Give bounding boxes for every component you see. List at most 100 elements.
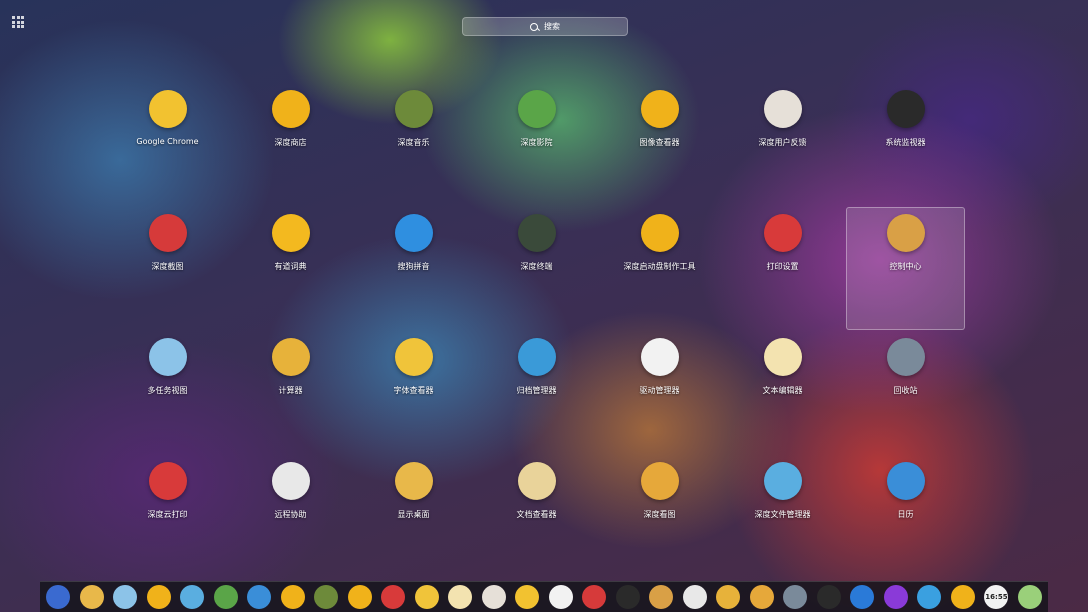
app-label: 有道词典 — [274, 262, 307, 271]
app-item[interactable]: 搜狗拼音 — [352, 208, 475, 332]
app-label: 回收站 — [893, 386, 918, 395]
app-item[interactable]: 图像查看器 — [598, 84, 721, 208]
clock-icon[interactable] — [950, 585, 975, 609]
app-item[interactable]: 深度启动盘制作工具 — [598, 208, 721, 332]
chrome-icon — [148, 90, 187, 128]
diving-mask-icon — [640, 90, 679, 128]
app-item[interactable]: 控制中心 — [846, 207, 965, 330]
search-input[interactable]: 搜索 — [462, 17, 628, 36]
diving-mask-icon[interactable] — [146, 585, 171, 609]
app-item[interactable]: 打印设置 — [721, 208, 844, 332]
paper-quill-icon[interactable] — [448, 585, 473, 609]
whale-calendar-icon — [886, 462, 925, 500]
compass-icon[interactable] — [716, 585, 741, 609]
app-item[interactable]: 有道词典 — [229, 208, 352, 332]
search-icon — [530, 22, 538, 31]
anchor-icon — [517, 338, 556, 376]
app-item[interactable]: 深度文件管理器 — [721, 456, 844, 580]
app-label: 控制中心 — [889, 262, 922, 271]
app-label: 深度看图 — [643, 510, 676, 519]
fan-icon[interactable] — [347, 585, 372, 609]
app-label: 归档管理器 — [516, 386, 557, 395]
porthole-icon[interactable] — [749, 585, 774, 609]
category-mode-icon[interactable] — [12, 16, 24, 28]
map-icon[interactable] — [113, 585, 138, 609]
app-item[interactable]: 系统监视器 — [844, 84, 967, 208]
app-item[interactable]: 驱动管理器 — [598, 332, 721, 456]
app-label: 打印设置 — [766, 262, 799, 271]
app-label: 系统监视器 — [885, 138, 926, 147]
ship-wheel-icon[interactable] — [649, 585, 674, 609]
captain-hat-icon[interactable] — [548, 585, 573, 609]
app-grid: Google Chrome 深度商店 深度音乐 深度影院 图像查看器 深度用户反馈 系统监视… — [106, 84, 967, 580]
system-monitor-icon[interactable] — [917, 585, 942, 609]
app-item[interactable]: Google Chrome — [106, 84, 229, 208]
app-label: 深度终端 — [520, 262, 553, 271]
captain-hat-icon — [640, 338, 679, 376]
shark-icon[interactable] — [783, 585, 808, 609]
app-item[interactable]: 文本编辑器 — [721, 332, 844, 456]
app-label: 图像查看器 — [639, 138, 680, 147]
skull-headphones-icon — [886, 90, 925, 128]
app-label: 深度音乐 — [397, 138, 430, 147]
app-item[interactable]: 深度商店 — [229, 84, 352, 208]
music-turtle-icon[interactable] — [314, 585, 339, 609]
octopus-sailor-icon — [148, 462, 187, 500]
trash-icon[interactable] — [1017, 585, 1042, 609]
crab-icon — [148, 214, 187, 252]
app-item[interactable]: 深度终端 — [475, 208, 598, 332]
store-star-icon[interactable] — [280, 585, 305, 609]
shark-icon — [886, 338, 925, 376]
app-item[interactable]: 字体查看器 — [352, 332, 475, 456]
app-label: 显示桌面 — [397, 510, 430, 519]
dock: 16:55 — [40, 581, 1048, 612]
terminal-icon[interactable] — [816, 585, 841, 609]
app-item[interactable]: 归档管理器 — [475, 332, 598, 456]
app-item[interactable]: 回收站 — [844, 332, 967, 456]
app-item[interactable]: 日历 — [844, 456, 967, 580]
app-item[interactable]: 深度音乐 — [352, 84, 475, 208]
app-item[interactable]: 深度用户反馈 — [721, 84, 844, 208]
porthole-icon — [640, 462, 679, 500]
app-item[interactable]: 多任务视图 — [106, 332, 229, 456]
app-label: 深度云打印 — [147, 510, 188, 519]
crab-icon[interactable] — [582, 585, 607, 609]
document-icon — [517, 462, 556, 500]
whale-calendar-icon[interactable] — [247, 585, 272, 609]
app-item[interactable]: 显示桌面 — [352, 456, 475, 580]
folder-icon[interactable] — [180, 585, 205, 609]
island-icon[interactable] — [79, 585, 104, 609]
paper-quill-icon — [763, 338, 802, 376]
app-item[interactable]: 计算器 — [229, 332, 352, 456]
ship-wheel-icon — [886, 214, 925, 252]
fan-icon — [640, 214, 679, 252]
octopus-printer-icon[interactable] — [381, 585, 406, 609]
app-label: 搜狗拼音 — [397, 262, 430, 271]
app-item[interactable]: 深度截图 — [106, 208, 229, 332]
power-icon[interactable] — [883, 585, 908, 609]
app-item[interactable]: 深度看图 — [598, 456, 721, 580]
dictionary-icon — [271, 214, 310, 252]
octopus-printer-icon — [763, 214, 802, 252]
chrome-icon[interactable] — [515, 585, 540, 609]
movie-play-icon[interactable] — [213, 585, 238, 609]
bottle-icon — [763, 90, 802, 128]
network-icon[interactable] — [850, 585, 875, 609]
app-item[interactable]: 远程协助 — [229, 456, 352, 580]
clock-time-icon[interactable]: 16:55 — [984, 585, 1009, 609]
app-item[interactable]: 深度影院 — [475, 84, 598, 208]
launcher-icon[interactable] — [46, 585, 70, 609]
lifebuoy-icon[interactable] — [682, 585, 707, 609]
font-bottles-icon[interactable] — [414, 585, 439, 609]
app-label: 远程协助 — [274, 510, 307, 519]
map-icon — [148, 338, 187, 376]
bottle-icon[interactable] — [481, 585, 506, 609]
app-label: 字体查看器 — [393, 386, 434, 395]
app-label: 深度截图 — [151, 262, 184, 271]
app-item[interactable]: 文档查看器 — [475, 456, 598, 580]
app-item[interactable]: 深度云打印 — [106, 456, 229, 580]
folder-icon — [763, 462, 802, 500]
app-label: 深度用户反馈 — [758, 138, 807, 147]
compass-icon — [271, 338, 310, 376]
skull-headphones-icon[interactable] — [615, 585, 640, 609]
